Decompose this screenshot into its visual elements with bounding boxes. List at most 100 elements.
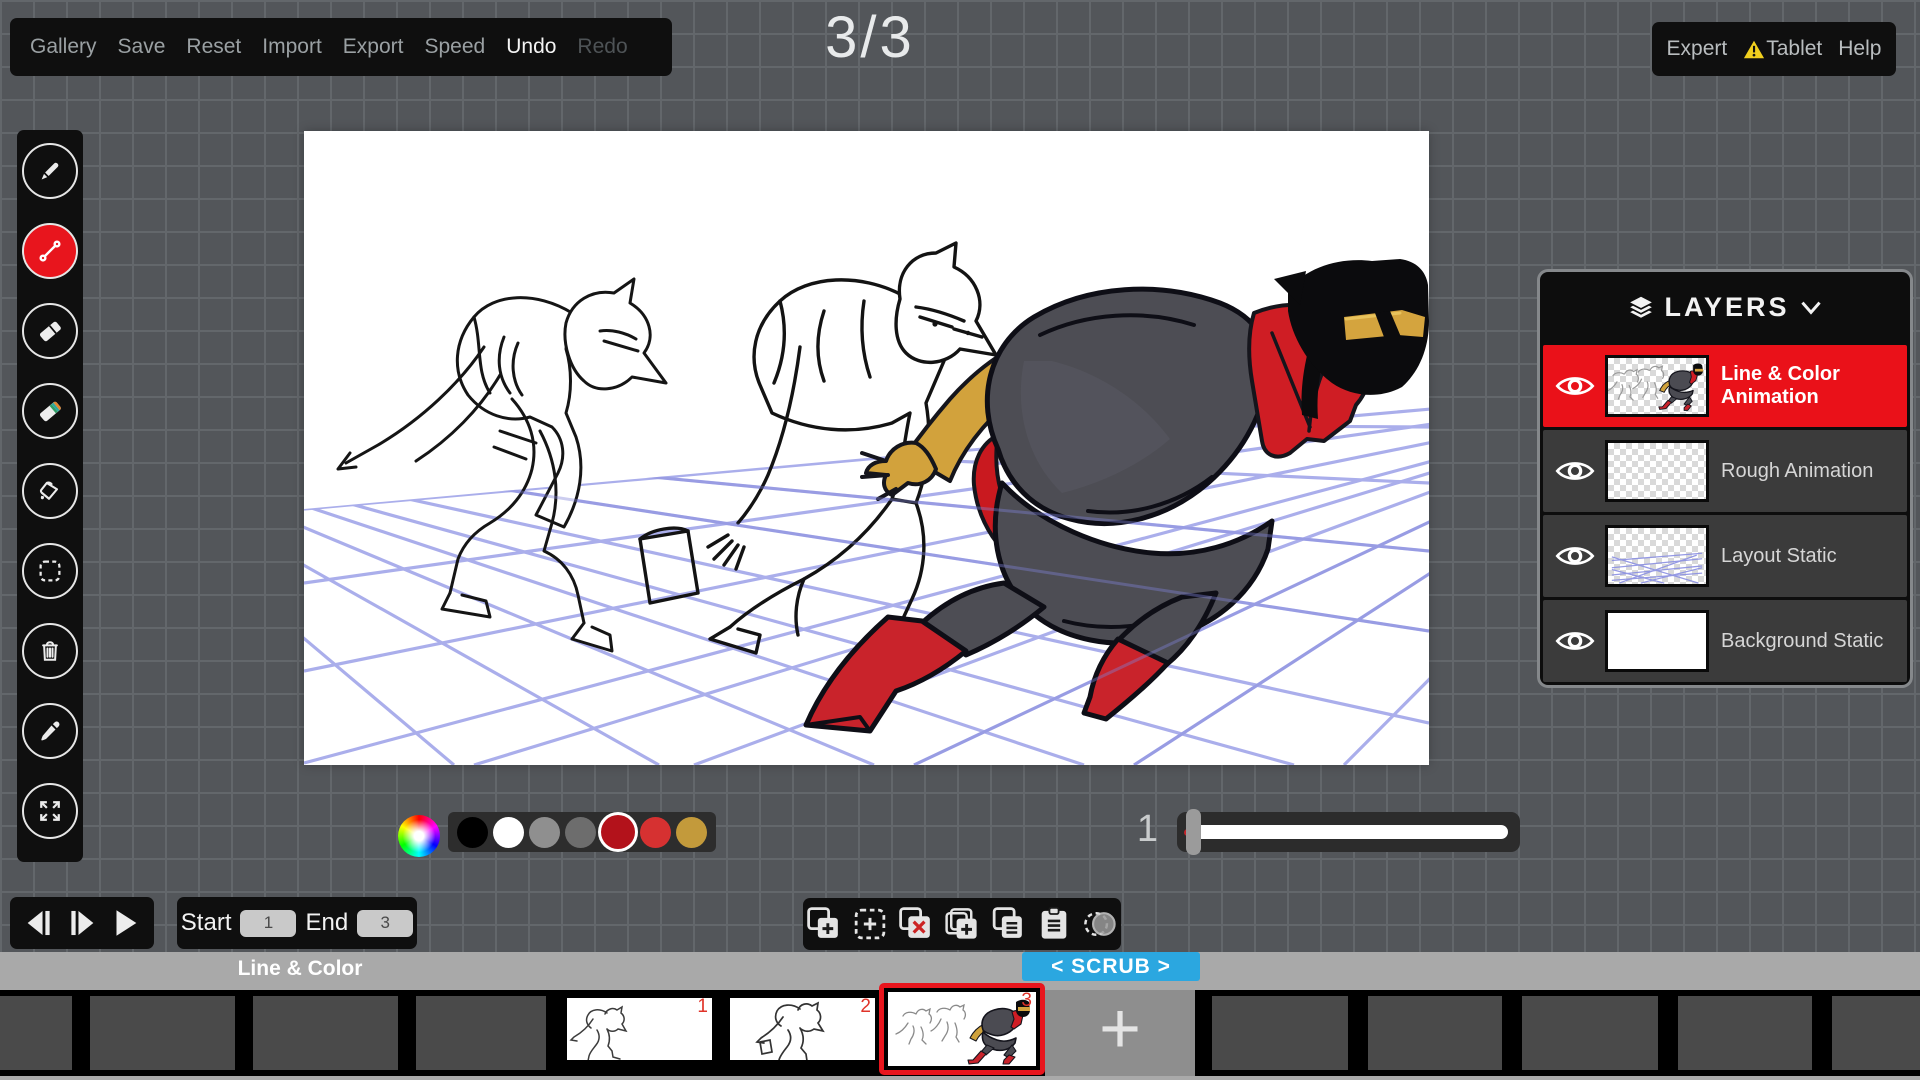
empty-frame-slot [253, 996, 398, 1070]
menu-item-export[interactable]: Export [343, 35, 404, 59]
layer-row-line-color-animation[interactable]: Line & Color Animation [1543, 345, 1907, 427]
plus-icon: + [1099, 999, 1141, 1059]
layer-row-background-static[interactable]: Background Static [1543, 600, 1907, 682]
next-frame-icon [65, 906, 99, 940]
empty-frame-slot [1212, 996, 1348, 1070]
timeline-frame-1[interactable]: 1 [563, 994, 716, 1064]
next-frame-button[interactable] [65, 906, 99, 940]
copy-frame-button[interactable] [988, 904, 1028, 944]
empty-frame-slot [416, 996, 546, 1070]
visibility-eye-icon[interactable] [1555, 458, 1595, 484]
eraser-tool-button[interactable] [22, 303, 78, 359]
menu-item-save[interactable]: Save [118, 35, 166, 59]
menu-item-gallery[interactable]: Gallery [30, 35, 97, 59]
select-tool-button[interactable] [22, 543, 78, 599]
pencil-tool-button[interactable] [22, 143, 78, 199]
layers-panel-title: LAYERS [1664, 292, 1789, 323]
paste-frame-button[interactable] [1034, 904, 1074, 944]
layers-panel-header[interactable]: LAYERS [1540, 272, 1910, 342]
eyedropper-icon [35, 716, 65, 746]
layer-thumbnail [1605, 440, 1709, 502]
trash-icon [35, 636, 65, 666]
playback-controls [10, 897, 154, 949]
trash-tool-button[interactable] [22, 623, 78, 679]
frame-2-thumbnail [730, 998, 875, 1060]
color-swatch-white[interactable] [493, 817, 524, 848]
rough-figure-1 [338, 279, 666, 651]
layer-name: Layout Static [1721, 545, 1837, 568]
frame-tools-panel [803, 898, 1121, 950]
menu-item-expert[interactable]: Expert [1667, 37, 1728, 61]
fullscreen-tool-button[interactable] [22, 783, 78, 839]
brush-size-slider[interactable] [1177, 812, 1520, 852]
onion-skin-icon [1080, 904, 1120, 944]
insert-frame-icon [850, 904, 890, 944]
frame-3-thumbnail [888, 992, 1035, 1065]
menu-item-redo: Redo [577, 35, 627, 59]
menu-item-speed[interactable]: Speed [424, 35, 485, 59]
layer-name: Background Static [1721, 630, 1883, 653]
fill-bucket-tool-button[interactable] [22, 463, 78, 519]
drawing-canvas[interactable] [304, 131, 1429, 765]
start-label: Start [181, 909, 232, 937]
color-swatch-gold[interactable] [676, 817, 707, 848]
menu-item-tablet[interactable]: Tablet [1743, 37, 1822, 61]
frame-timeline[interactable]: 1 2 3 [0, 990, 1920, 1076]
play-button[interactable] [108, 906, 142, 940]
brush-slider-handle[interactable] [1186, 809, 1201, 855]
start-frame-input[interactable] [240, 910, 296, 937]
add-frame-icon [804, 904, 844, 944]
menu-item-help[interactable]: Help [1838, 37, 1881, 61]
add-frame-button[interactable] [804, 904, 844, 944]
color-swatch-black[interactable] [457, 817, 488, 848]
layers-panel: LAYERS [1540, 272, 1910, 685]
eyedropper-tool-button[interactable] [22, 703, 78, 759]
previous-frame-button[interactable] [22, 906, 56, 940]
layer-row-rough-animation[interactable]: Rough Animation [1543, 430, 1907, 512]
layer-name: Rough Animation [1721, 460, 1873, 483]
main-menu-bar: Gallery Save Reset Import Export Speed U… [10, 18, 672, 76]
color-swatch-darkgray[interactable] [565, 817, 596, 848]
pencil-icon [35, 156, 65, 186]
frame-1-thumbnail [567, 998, 712, 1060]
duplicate-frame-button[interactable] [942, 904, 982, 944]
onion-skin-button[interactable] [1080, 904, 1120, 944]
empty-frame-slot [1522, 996, 1658, 1070]
timeline-frame-3-selected[interactable]: 3 [879, 983, 1045, 1075]
eraser-icon [35, 316, 65, 346]
play-icon [108, 906, 142, 940]
paste-frame-icon [1034, 904, 1074, 944]
color-swatch-red[interactable] [640, 817, 671, 848]
color-swatch-bar [448, 812, 716, 852]
layer-row-layout-static[interactable]: Layout Static [1543, 515, 1907, 597]
right-menu-bar: Expert Tablet Help [1652, 22, 1896, 76]
scrub-button[interactable]: < SCRUB > [1022, 952, 1200, 981]
frame-number: 1 [697, 996, 708, 1018]
color-eraser-tool-button[interactable] [22, 383, 78, 439]
color-eraser-icon [35, 396, 65, 426]
layer-thumbnail [1605, 610, 1709, 672]
brush-slider-track[interactable] [1193, 825, 1508, 839]
color-wheel-picker[interactable] [398, 815, 440, 857]
empty-frame-slot [90, 996, 235, 1070]
delete-frame-button[interactable] [896, 904, 936, 944]
timeline-frame-2[interactable]: 2 [726, 994, 879, 1064]
frame-counter: 3/3 [790, 4, 950, 71]
visibility-eye-icon[interactable] [1555, 373, 1595, 399]
line-tool-button[interactable] [22, 223, 78, 279]
visibility-eye-icon[interactable] [1555, 628, 1595, 654]
menu-item-reset[interactable]: Reset [186, 35, 241, 59]
menu-item-import[interactable]: Import [262, 35, 322, 59]
chevron-down-icon [1800, 300, 1822, 315]
drawing-toolbar [17, 130, 83, 862]
visibility-eye-icon[interactable] [1555, 543, 1595, 569]
color-swatch-gray[interactable] [529, 817, 560, 848]
menu-item-undo[interactable]: Undo [506, 35, 556, 59]
fullscreen-icon [35, 796, 65, 826]
add-frame-cell[interactable]: + [1045, 990, 1195, 1076]
insert-frame-button[interactable] [850, 904, 890, 944]
color-swatch-darkred-selected[interactable] [601, 815, 635, 849]
end-frame-input[interactable] [357, 910, 413, 937]
brush-size-value: 1 [1108, 808, 1158, 851]
frame-number: 2 [860, 996, 871, 1018]
